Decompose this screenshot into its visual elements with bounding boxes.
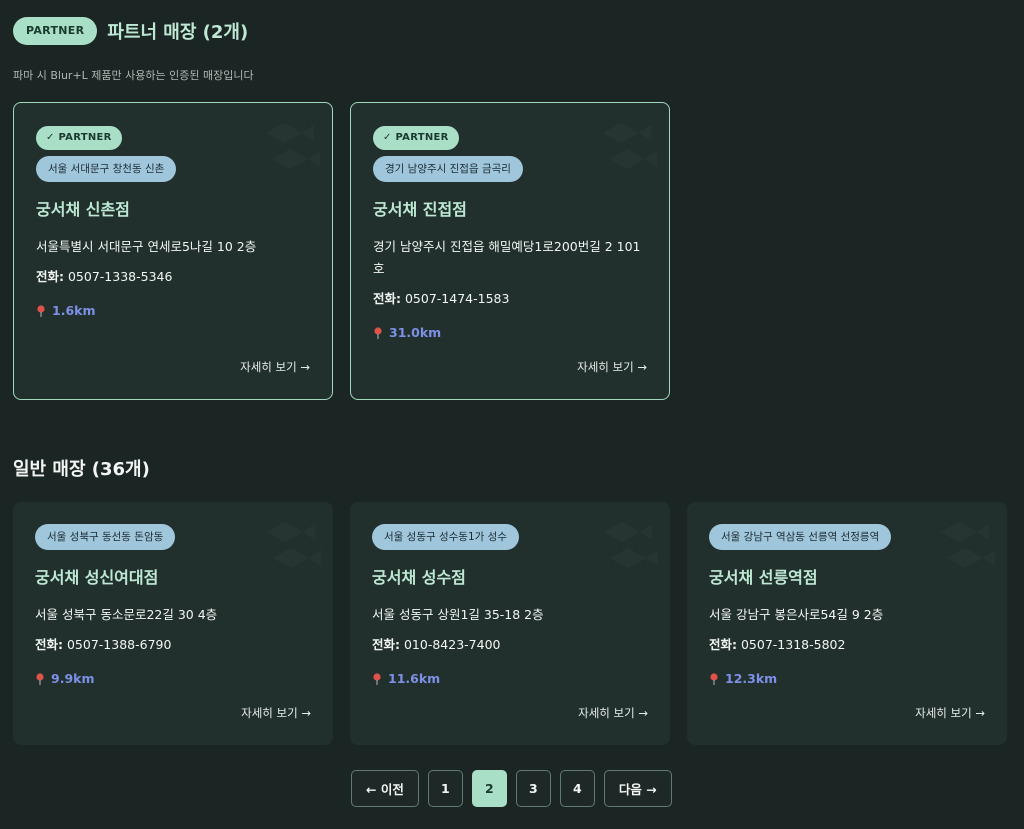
general-store-card[interactable]: 서울 성북구 동선동 돈암동 궁서채 성신여대점 서울 성북구 동소문로22길 … bbox=[13, 502, 333, 745]
store-address: 서울 성동구 상원1길 35-18 2층 bbox=[372, 607, 544, 622]
partner-badge: ✓ PARTNER bbox=[36, 126, 122, 150]
map-pin-icon bbox=[37, 304, 45, 317]
distance-value: 1.6km bbox=[52, 303, 96, 318]
map-pin-icon bbox=[373, 672, 381, 685]
store-phone: 전화: 010-8423-7400 bbox=[372, 634, 650, 653]
page-button-2-current[interactable]: 2 bbox=[471, 770, 507, 807]
location-tag: 서울 서대문구 창천동 신촌 bbox=[36, 156, 177, 182]
store-distance: 12.3km bbox=[709, 671, 987, 686]
store-phone: 전화: 0507-1474-1583 bbox=[373, 288, 649, 307]
prev-page-button[interactable]: ← 이전 bbox=[351, 770, 419, 807]
location-tag: 서울 강남구 역삼동 선릉역 선정릉역 bbox=[709, 524, 892, 550]
store-address: 서울 성북구 동소문로22길 30 4층 bbox=[35, 607, 218, 622]
distance-value: 11.6km bbox=[388, 671, 441, 686]
partner-badge: ✓ PARTNER bbox=[373, 126, 459, 150]
map-pin-icon bbox=[710, 672, 718, 685]
phone-label: 전화: bbox=[372, 637, 400, 652]
detail-link[interactable]: 자세히 보기 → bbox=[915, 705, 985, 721]
location-tag: 경기 남양주시 진접읍 금곡리 bbox=[373, 156, 523, 182]
store-distance: 9.9km bbox=[35, 671, 313, 686]
general-store-card[interactable]: 서울 성동구 성수동1가 성수 궁서채 성수점 서울 성동구 상원1길 35-1… bbox=[350, 502, 670, 745]
page-button-1[interactable]: 1 bbox=[427, 770, 463, 807]
phone-label: 전화: bbox=[373, 291, 401, 306]
page-button-3[interactable]: 3 bbox=[515, 770, 551, 807]
store-address: 서울 강남구 봉은사로54길 9 2층 bbox=[709, 607, 884, 622]
phone-label: 전화: bbox=[36, 269, 64, 284]
phone-number: 0507-1338-5346 bbox=[67, 269, 173, 284]
store-distance: 31.0km bbox=[373, 325, 649, 340]
general-store-card[interactable]: 서울 강남구 역삼동 선릉역 선정릉역 궁서채 선릉역점 서울 강남구 봉은사로… bbox=[687, 502, 1007, 745]
partner-store-card[interactable]: ✓ PARTNER 경기 남양주시 진접읍 금곡리 궁서채 진접점 경기 남양주… bbox=[350, 102, 670, 400]
distance-value: 31.0km bbox=[389, 325, 442, 340]
partner-section-header: PARTNER 파트너 매장 (2개) bbox=[13, 17, 248, 45]
pagination: ← 이전 1 2 3 4 다음 → bbox=[351, 770, 672, 807]
partner-section-badge: PARTNER bbox=[13, 17, 98, 45]
partner-section-description: 파마 시 Blur+L 제품만 사용하는 인증된 매장입니다 bbox=[13, 69, 254, 82]
store-address: 경기 남양주시 진접읍 해밀예당1로200번길 2 101호 bbox=[373, 239, 641, 276]
store-phone: 전화: 0507-1388-6790 bbox=[35, 634, 313, 653]
store-phone: 전화: 0507-1338-5346 bbox=[36, 266, 312, 285]
phone-number: 0507-1388-6790 bbox=[66, 637, 172, 652]
store-distance: 1.6km bbox=[36, 303, 312, 318]
location-tag: 서울 성동구 성수동1가 성수 bbox=[372, 524, 519, 550]
partner-store-card[interactable]: ✓ PARTNER 서울 서대문구 창천동 신촌 궁서채 신촌점 서울특별시 서… bbox=[13, 102, 333, 400]
general-section-title: 일반 매장 (36개) bbox=[13, 459, 150, 480]
store-name[interactable]: 궁서채 성신여대점 bbox=[35, 564, 313, 588]
phone-label: 전화: bbox=[35, 637, 63, 652]
store-name[interactable]: 궁서채 성수점 bbox=[372, 564, 650, 588]
location-tag: 서울 성북구 동선동 돈암동 bbox=[35, 524, 176, 550]
next-page-button[interactable]: 다음 → bbox=[603, 770, 672, 807]
store-address: 서울특별시 서대문구 연세로5나길 10 2층 bbox=[36, 239, 257, 254]
store-list-page: PARTNER 파트너 매장 (2개) 파마 시 Blur+L 제품만 사용하는… bbox=[0, 0, 1024, 829]
map-pin-icon bbox=[36, 672, 44, 685]
detail-link[interactable]: 자세히 보기 → bbox=[578, 705, 648, 721]
phone-number: 0507-1474-1583 bbox=[404, 291, 510, 306]
detail-link[interactable]: 자세히 보기 → bbox=[240, 359, 310, 375]
phone-number: 0507-1318-5802 bbox=[740, 637, 846, 652]
map-pin-icon bbox=[374, 326, 382, 339]
store-name[interactable]: 궁서채 진접점 bbox=[373, 196, 649, 220]
store-name[interactable]: 궁서채 신촌점 bbox=[36, 196, 312, 220]
store-phone: 전화: 0507-1318-5802 bbox=[709, 634, 987, 653]
phone-label: 전화: bbox=[709, 637, 737, 652]
distance-value: 12.3km bbox=[725, 671, 778, 686]
distance-value: 9.9km bbox=[51, 671, 95, 686]
detail-link[interactable]: 자세히 보기 → bbox=[241, 705, 311, 721]
store-distance: 11.6km bbox=[372, 671, 650, 686]
partner-section-title: 파트너 매장 (2개) bbox=[107, 22, 249, 43]
store-name[interactable]: 궁서채 선릉역점 bbox=[709, 564, 987, 588]
phone-number: 010-8423-7400 bbox=[403, 637, 501, 652]
page-button-4[interactable]: 4 bbox=[559, 770, 595, 807]
detail-link[interactable]: 자세히 보기 → bbox=[577, 359, 647, 375]
